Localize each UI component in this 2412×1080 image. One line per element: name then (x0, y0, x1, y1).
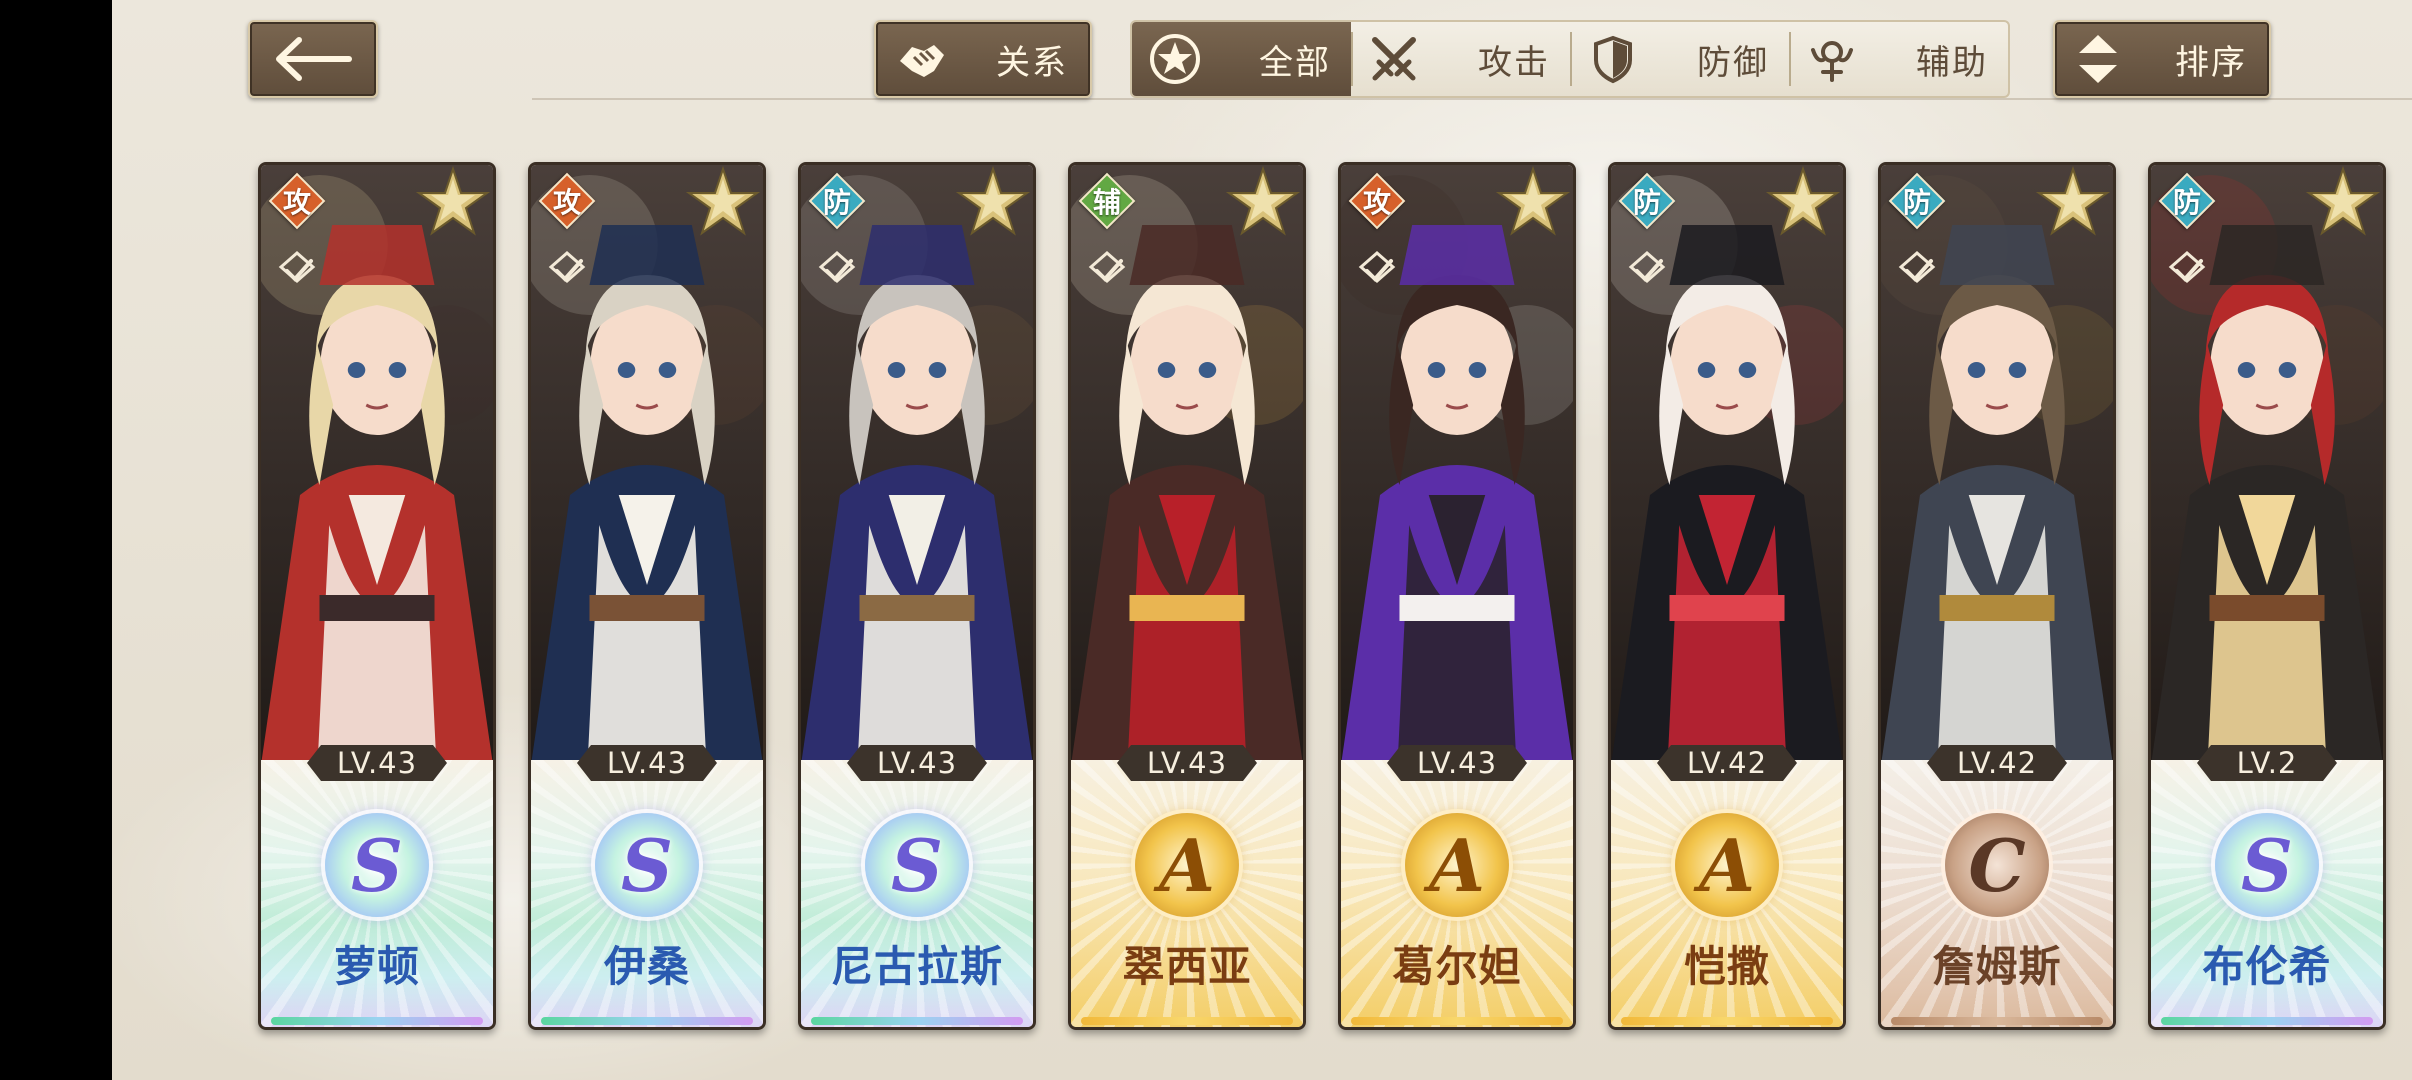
role-badge: 防 (1888, 172, 1946, 230)
star-icon (1495, 165, 1571, 236)
relations-button[interactable]: 关系 (874, 20, 1092, 98)
character-card[interactable]: LV.43 A 翠西亚 辅 (1068, 162, 1306, 1030)
character-card[interactable]: LV.42 C 詹姆斯 防 (1878, 162, 2116, 1030)
equipment-check-icon (1898, 251, 1936, 283)
character-card[interactable]: LV.43 S 萝顿 攻 (258, 162, 496, 1030)
equipment-check-icon (278, 251, 316, 283)
role-label: 防 (822, 186, 851, 219)
back-button[interactable] (248, 20, 378, 98)
tab-attack-label: 攻击 (1478, 42, 1550, 83)
star-icon (2305, 165, 2381, 236)
tab-attack[interactable]: 攻击 (1351, 22, 1570, 96)
tab-all[interactable]: 全部 (1132, 22, 1351, 96)
rarity-badge: C (1945, 813, 2049, 917)
role-label: 攻 (552, 186, 581, 219)
shield-icon (1594, 35, 1632, 84)
character-roster-screen: 关系 全部 攻击 防御 辅助 排序 LV.43 S 萝顿 攻 LV.43 S 伊… (112, 0, 2412, 1080)
role-label: 辅 (1092, 186, 1121, 219)
equipment-check-icon (818, 251, 856, 283)
equipment-check-icon (548, 251, 586, 283)
rarity-strip (811, 1017, 1023, 1025)
rarity-strip (271, 1017, 483, 1025)
character-card[interactable]: LV.42 A 恺撒 防 (1608, 162, 1846, 1030)
sort-label: 排序 (2175, 42, 2247, 83)
star-icon (1225, 165, 1301, 236)
role-badge: 攻 (538, 172, 596, 230)
rarity-badge: S (2215, 813, 2319, 917)
rarity-badge: S (325, 813, 429, 917)
rarity-badge: A (1405, 813, 1509, 917)
tab-defense-label: 防御 (1697, 42, 1769, 83)
level-tag: LV.42 (1657, 745, 1797, 781)
rarity-badge: A (1135, 813, 1239, 917)
rarity-badge: S (865, 813, 969, 917)
level-tag: LV.42 (1927, 745, 2067, 781)
level-tag: LV.43 (577, 745, 717, 781)
character-name: 恺撒 (1683, 942, 1770, 991)
relations-label: 关系 (996, 42, 1068, 83)
equipment-check-icon (1088, 251, 1126, 283)
character-card[interactable]: LV.43 S 伊桑 攻 (528, 162, 766, 1030)
equipment-check-icon (2168, 251, 2206, 283)
equipment-check-icon (1628, 251, 1666, 283)
level-tag: LV.43 (847, 745, 987, 781)
character-name: 布伦希 (2202, 942, 2332, 991)
star-circle-icon (1150, 34, 1200, 84)
role-badge: 辅 (1078, 172, 1136, 230)
character-name: 詹姆斯 (1932, 942, 2062, 991)
rarity-strip (2161, 1017, 2373, 1025)
character-card[interactable]: LV.43 S 尼古拉斯 防 (798, 162, 1036, 1030)
rarity-strip (1081, 1017, 1293, 1025)
header-divider (532, 98, 2412, 100)
role-badge: 防 (808, 172, 866, 230)
role-label: 防 (1902, 186, 1931, 219)
tab-all-label: 全部 (1259, 42, 1331, 83)
rarity-strip (1351, 1017, 1563, 1025)
star-icon (2035, 165, 2111, 236)
tab-defense[interactable]: 防御 (1570, 22, 1789, 96)
back-arrow-icon (276, 37, 352, 81)
level-tag: LV.2 (2197, 745, 2337, 781)
role-label: 攻 (1362, 186, 1391, 219)
tab-support-label: 辅助 (1916, 42, 1988, 83)
role-badge: 防 (2158, 172, 2216, 230)
role-badge: 攻 (268, 172, 326, 230)
star-icon (685, 165, 761, 236)
character-card[interactable]: LV.2 S 布伦希 防 (2148, 162, 2386, 1030)
level-tag: LV.43 (307, 745, 447, 781)
character-name: 翠西亚 (1122, 942, 1252, 991)
role-badge: 攻 (1348, 172, 1406, 230)
support-icon (1811, 41, 1853, 82)
character-card[interactable]: LV.43 A 葛尔妲 攻 (1338, 162, 1576, 1030)
character-name: 葛尔妲 (1392, 942, 1522, 991)
rarity-strip (1891, 1017, 2103, 1025)
role-label: 防 (2172, 186, 2201, 219)
role-label: 防 (1632, 186, 1661, 219)
equipment-check-icon (1358, 251, 1396, 283)
character-name: 萝顿 (333, 942, 420, 991)
role-badge: 防 (1618, 172, 1676, 230)
rarity-badge: S (595, 813, 699, 917)
left-black-bar (0, 0, 112, 1080)
level-tag: LV.43 (1117, 745, 1257, 781)
rarity-strip (541, 1017, 753, 1025)
star-icon (415, 165, 491, 236)
character-name: 尼古拉斯 (830, 942, 1003, 991)
role-filter-tabs: 全部 攻击 防御 辅助 (1130, 20, 2010, 98)
tab-support[interactable]: 辅助 (1789, 22, 2008, 96)
rarity-badge: A (1675, 813, 1779, 917)
character-name: 伊桑 (603, 942, 690, 991)
sort-arrows-icon (2079, 35, 2117, 83)
level-tag: LV.43 (1387, 745, 1527, 781)
star-icon (955, 165, 1031, 236)
sort-button[interactable]: 排序 (2053, 20, 2271, 98)
star-icon (1765, 165, 1841, 236)
rarity-strip (1621, 1017, 1833, 1025)
role-label: 攻 (282, 186, 311, 219)
handshake-icon (900, 45, 944, 77)
crossed-swords-icon (1372, 37, 1416, 81)
